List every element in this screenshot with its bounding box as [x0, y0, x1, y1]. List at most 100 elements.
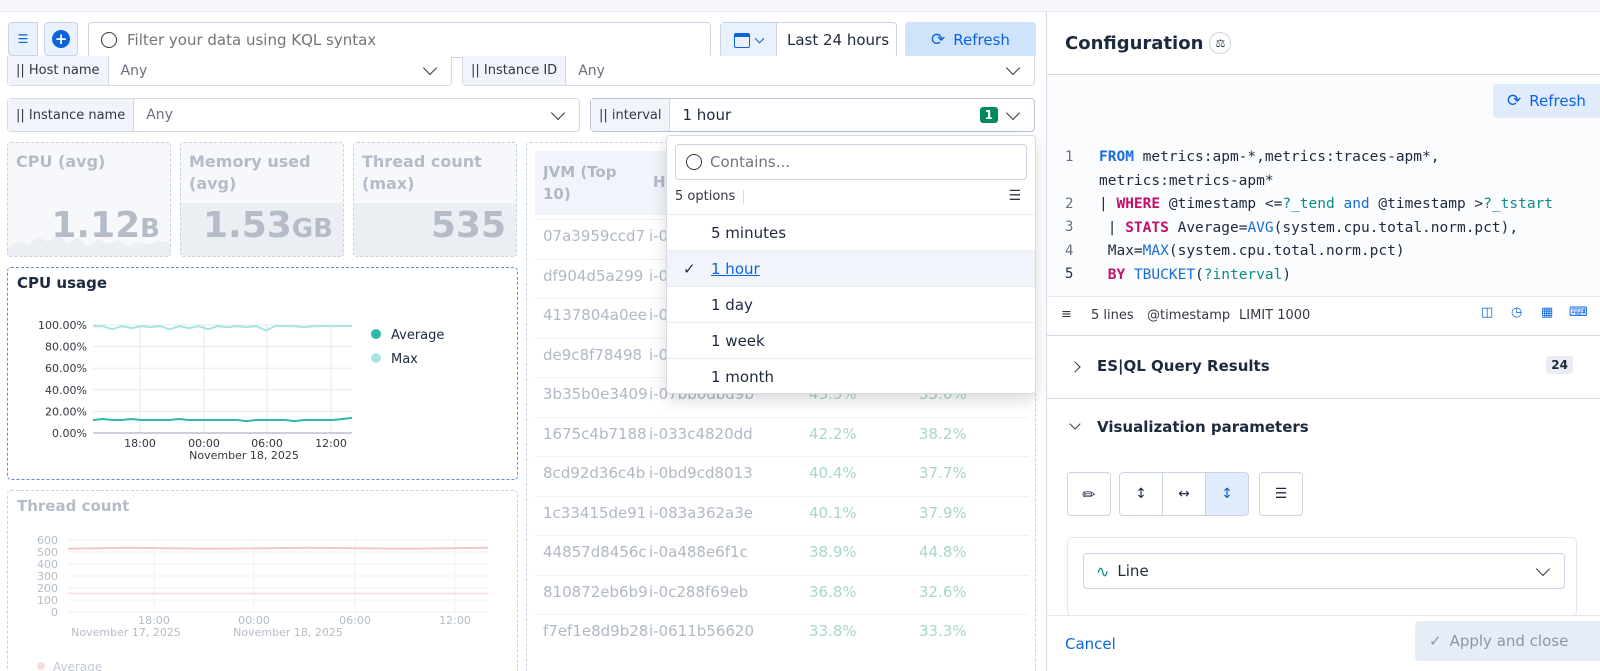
drag-handle-icon[interactable]: || [16, 108, 29, 123]
filter-menu-button[interactable]: ☰ [8, 22, 38, 56]
line-chart-icon: ∿ [1096, 561, 1110, 581]
style-brush-button[interactable]: ✏ [1067, 472, 1111, 516]
results-label: ES|QL Query Results [1097, 357, 1270, 375]
feedback-icon[interactable]: ◫ [1481, 305, 1493, 320]
option-label: 5 minutes [711, 223, 787, 242]
list-view-icon[interactable]: ☰ [1008, 188, 1021, 204]
viz-params-label: Visualization parameters [1097, 418, 1309, 436]
column-header-jvm[interactable]: JVM (Top 10) [543, 161, 633, 205]
metric-value: 1.53GB [203, 205, 333, 246]
check-icon: ✓ [1429, 632, 1442, 650]
brush-icon: ✏ [1082, 484, 1096, 504]
kql-search-field[interactable] [88, 22, 711, 58]
left-axis-button[interactable]: ↕ [1119, 472, 1163, 516]
table-cell: 38.2% [919, 424, 967, 443]
bottom-axis-icon: ↔ [1178, 486, 1190, 502]
interval-control[interactable]: || interval 1 hour 1 [590, 98, 1035, 132]
table-cell: 33.8% [809, 622, 857, 640]
chevron-down-icon [550, 105, 566, 120]
table-cell: 36.8% [809, 582, 857, 601]
viz-params-accordion[interactable]: Visualization parameters [1047, 400, 1600, 450]
query-refresh-button[interactable]: ⟳ Refresh [1493, 84, 1600, 118]
option-item[interactable]: 1 month [667, 358, 1035, 394]
left-axis-icon: ↕ [1135, 486, 1147, 502]
legend-label[interactable]: Average [391, 328, 444, 343]
y-tick-label: 100.00% [38, 319, 87, 332]
instance-id-control[interactable]: || Instance ID Any [462, 56, 1035, 86]
date-quick-menu-button[interactable] [721, 23, 777, 57]
host-name-control[interactable]: || Host name Any [7, 56, 452, 86]
timestamp-field[interactable]: @timestamp [1147, 308, 1230, 323]
table-cell: i-033c4820dd [649, 424, 753, 443]
options-search-field[interactable] [675, 144, 1027, 180]
metric-value: 1.12B [51, 205, 160, 246]
drag-handle-icon[interactable]: || [471, 63, 484, 78]
legend-swatch[interactable] [371, 353, 381, 363]
table-cell: 37.9% [919, 503, 967, 522]
cpu-usage-panel[interactable]: CPU usage 100.00% 80.00% 60.00% 40.00% 20.00… [7, 267, 518, 480]
calendar-icon [734, 32, 750, 48]
legend-label[interactable]: Max [391, 352, 418, 367]
documentation-icon[interactable]: ▦ [1541, 305, 1553, 320]
y-tick-label: 0.00% [52, 427, 87, 440]
thread-count-panel: Thread count 600 500 400 300 200 100 0 18:00 00:… [7, 490, 518, 671]
beaker-icon[interactable]: ⚖ [1209, 32, 1232, 54]
y-tick-label: 80.00% [45, 341, 87, 354]
esql-editor[interactable]: 1 2 3 4 5 FROM metrics:apm-*,metrics:tra… [1047, 136, 1600, 296]
drag-handle-icon[interactable]: || [599, 108, 612, 123]
wrap-icon[interactable]: ≡ [1061, 307, 1072, 322]
apply-and-close-button[interactable]: ✓ Apply and close [1415, 621, 1600, 661]
option-item[interactable]: 1 day [667, 286, 1035, 322]
table-cell: 37.7% [919, 464, 967, 482]
refresh-label: Refresh [953, 31, 1010, 49]
table-cell: 8cd92d36c4b [543, 464, 646, 482]
kql-search-input[interactable] [127, 31, 667, 49]
top-strip [0, 0, 1600, 12]
table-cell: de9c8f78498 [543, 345, 643, 364]
chart-type-select[interactable]: ∿ Line [1083, 553, 1565, 589]
bottom-axis-button[interactable]: ↔ [1162, 472, 1206, 516]
series-line-max [93, 325, 352, 332]
date-picker[interactable]: Last 24 hours [720, 22, 897, 58]
option-item[interactable]: 1 week [667, 322, 1035, 358]
table-cell: df904d5a299 [543, 266, 644, 285]
table-cell: 40.4% [809, 464, 857, 482]
keyboard-icon[interactable]: ⌨ [1569, 305, 1588, 320]
option-item[interactable]: 5 minutes [667, 214, 1035, 250]
table-cell: i-0bd9cd8013 [649, 464, 753, 482]
options-search-input[interactable] [710, 153, 1010, 171]
divider [743, 189, 745, 204]
table-cell: 1c33415de91 [543, 503, 647, 522]
editor-footer: ≡ 5 lines @timestamp LIMIT 1000 ◫ ◷ ▦ ⌨ [1047, 296, 1600, 336]
cancel-button[interactable]: Cancel [1065, 635, 1116, 653]
table-cell: i-0c288f69eb [649, 582, 749, 601]
legend-button[interactable]: ☰ [1259, 472, 1303, 516]
table-cell: i-0a488e6f1c [649, 543, 748, 561]
metric-title: Memory used (avg) [189, 152, 311, 193]
right-axis-button[interactable]: ↕ [1205, 472, 1249, 516]
results-count-badge: 24 [1546, 356, 1573, 374]
line-number: 3 [1065, 219, 1074, 235]
x-tick-label: 12:00 [439, 614, 471, 627]
time-range-label[interactable]: Last 24 hours [777, 31, 889, 49]
table-cell: 32.6% [919, 582, 967, 601]
history-icon[interactable]: ◷ [1511, 305, 1522, 320]
legend-swatch[interactable] [371, 329, 381, 339]
option-item[interactable]: ✓ 1 hour [667, 250, 1035, 286]
drag-handle-icon[interactable]: || [16, 63, 29, 78]
table-cell: 40.1% [809, 503, 857, 522]
refresh-button[interactable]: ⟳ Refresh [905, 22, 1036, 58]
add-filter-button[interactable]: + [44, 22, 78, 56]
table-cell: 38.9% [809, 543, 857, 561]
host-name-value: Any [120, 62, 148, 79]
metric-panel-threads: Thread count (max) 535 [353, 142, 517, 257]
query-text[interactable]: FROM metrics:apm-*,metrics:traces-apm*, … [1099, 146, 1553, 287]
results-accordion[interactable]: ES|QL Query Results 24 [1047, 337, 1600, 399]
table-cell: i-083a362a3e [649, 503, 753, 522]
table-cell: 42.2% [809, 424, 857, 443]
table-cell: 44.8% [919, 543, 967, 561]
chevron-down-icon [1069, 418, 1081, 430]
instance-name-control[interactable]: || Instance name Any [7, 98, 580, 132]
metric-panel-cpu: CPU (avg) 1.12B [7, 142, 171, 257]
refresh-icon: ⟳ [1507, 91, 1522, 111]
